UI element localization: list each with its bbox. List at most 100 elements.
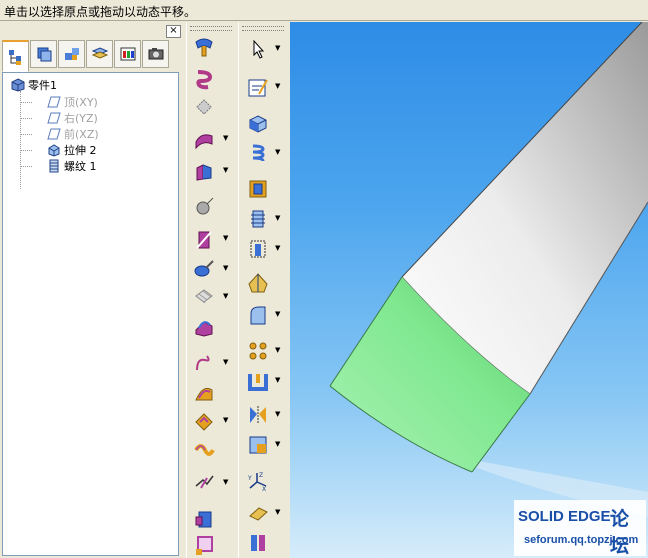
select-button[interactable] — [245, 36, 271, 62]
svg-text:Z: Z — [259, 472, 263, 479]
revolve-button[interactable] — [245, 140, 271, 166]
toolbar-grip[interactable] — [242, 26, 284, 31]
tab-camera[interactable] — [142, 40, 169, 68]
offset-icon — [195, 413, 213, 431]
frame-button[interactable] — [191, 532, 217, 558]
tree-item-thread[interactable]: 螺纹 1 — [47, 158, 97, 174]
dropdown-arrow-icon[interactable]: ▼ — [275, 346, 280, 354]
dropdown-arrow-icon[interactable]: ▼ — [223, 264, 228, 272]
dropdown-arrow-icon[interactable]: ▼ — [275, 410, 280, 418]
tree-root[interactable]: 零件1 — [11, 77, 57, 93]
dropdown-arrow-icon[interactable]: ▼ — [223, 134, 228, 142]
sphere-button[interactable] — [191, 194, 217, 220]
dropdown-arrow-icon[interactable]: ▼ — [223, 478, 228, 486]
sketch-button[interactable] — [245, 74, 271, 100]
watermark-url: seforum.qq.topzj.com — [524, 534, 639, 546]
sweep-button[interactable] — [191, 34, 217, 60]
plane-icon — [47, 112, 61, 124]
hole-button[interactable] — [245, 176, 271, 202]
watermark: SOLID EDGE 论坛 seforum.qq.topzj.com — [514, 500, 646, 557]
coordinate-system-button[interactable]: Z X Y — [245, 468, 271, 494]
mirror-part-button[interactable] — [245, 530, 271, 556]
pathfinder-panel: × 零件1 顶(XY) 右(YZ) 前(XZ) 拉伸 2 螺纹 1 — [0, 22, 184, 558]
mirror-part-icon — [251, 535, 265, 551]
dropdown-arrow-icon[interactable]: ▼ — [223, 292, 228, 300]
svg-text:Y: Y — [247, 475, 252, 482]
mirror-button[interactable] — [245, 402, 271, 428]
draft-button[interactable] — [245, 270, 271, 296]
feature-tree-icon — [8, 49, 21, 65]
round-icon — [250, 306, 266, 325]
plane-icon — [47, 128, 61, 140]
thread-feature-button[interactable] — [245, 206, 271, 232]
round-button[interactable] — [245, 302, 271, 328]
dropdown-arrow-icon[interactable]: ▼ — [275, 508, 280, 516]
rib-button[interactable] — [245, 236, 271, 262]
partition-button[interactable] — [191, 506, 217, 532]
tree-item-top-plane[interactable]: 顶(XY) — [47, 94, 98, 110]
dropdown-arrow-icon[interactable]: ▼ — [275, 244, 280, 252]
tab-layers[interactable] — [86, 40, 113, 68]
status-message: 单击以选择原点或拖动以动态平移。 — [4, 5, 197, 19]
dropdown-arrow-icon[interactable]: ▼ — [275, 82, 280, 90]
sphere-icon — [196, 197, 214, 215]
swept-protrusion-icon — [195, 134, 213, 150]
plane-button[interactable] — [245, 500, 271, 526]
model-viewport[interactable]: SOLID EDGE 论坛 seforum.qq.topzj.com — [290, 22, 648, 558]
tree-item-label: 拉伸 2 — [64, 144, 97, 157]
extrude-button[interactable] — [245, 110, 271, 136]
dropdown-arrow-icon[interactable]: ▼ — [275, 376, 280, 384]
dropdown-arrow-icon[interactable]: ▼ — [275, 214, 280, 222]
thicken-button[interactable] — [191, 436, 217, 462]
tree-item-front-plane[interactable]: 前(XZ) — [47, 126, 99, 142]
toolbar-grip[interactable] — [190, 26, 232, 31]
parts-library-icon — [37, 47, 51, 62]
loft-button[interactable] — [191, 94, 217, 120]
close-button[interactable]: × — [166, 25, 181, 38]
curve-button[interactable] — [191, 350, 217, 376]
dropdown-arrow-icon[interactable]: ▼ — [275, 148, 280, 156]
split-button[interactable] — [191, 468, 217, 494]
dropdown-arrow-icon[interactable]: ▼ — [223, 166, 228, 174]
web-network-button[interactable] — [191, 284, 217, 310]
tab-feature-tree[interactable] — [2, 40, 29, 72]
svg-text:X: X — [262, 486, 266, 492]
rib-icon — [250, 240, 266, 258]
dropdown-arrow-icon[interactable]: ▼ — [223, 416, 228, 424]
dropdown-arrow-icon[interactable]: ▼ — [275, 310, 280, 318]
tree-item-extrude[interactable]: 拉伸 2 — [47, 142, 97, 158]
normal-cut-button[interactable] — [191, 158, 217, 184]
pattern-icon — [249, 342, 267, 360]
chamfer-icon — [249, 436, 267, 454]
tree-root-label: 零件1 — [28, 79, 57, 92]
dropdown-arrow-icon[interactable]: ▼ — [275, 440, 280, 448]
layers-icon — [91, 47, 108, 59]
status-bar: 单击以选择原点或拖动以动态平移。 — [0, 0, 648, 21]
pattern-button[interactable] — [245, 338, 271, 364]
surface-button[interactable] — [191, 380, 217, 406]
helix-button[interactable] — [191, 66, 217, 92]
chamfer-button[interactable] — [245, 432, 271, 458]
slot-icon — [196, 231, 212, 249]
emboss-icon — [195, 321, 213, 337]
tab-assembly[interactable] — [58, 40, 85, 68]
watermark-brand: SOLID EDGE — [518, 508, 611, 525]
dropdown-arrow-icon[interactable]: ▼ — [223, 358, 228, 366]
dropdown-arrow-icon[interactable]: ▼ — [275, 44, 280, 52]
tree-item-label: 顶(XY) — [64, 96, 98, 109]
curve-icon — [196, 355, 210, 371]
emboss-button[interactable] — [191, 314, 217, 340]
thread-icon — [49, 159, 59, 173]
split-icon — [195, 475, 214, 489]
dropdown-arrow-icon[interactable]: ▼ — [223, 234, 228, 242]
swept-protrusion-button[interactable] — [191, 126, 217, 152]
lip-button[interactable] — [191, 256, 217, 282]
offset-button[interactable] — [191, 408, 217, 434]
tab-parts-library[interactable] — [30, 40, 57, 68]
color-icon — [120, 47, 135, 61]
slot-button[interactable] — [191, 226, 217, 252]
sketch-icon — [248, 79, 268, 97]
tree-item-right-plane[interactable]: 右(YZ) — [47, 110, 98, 126]
thin-wall-button[interactable] — [245, 368, 271, 394]
tab-color[interactable] — [114, 40, 141, 68]
